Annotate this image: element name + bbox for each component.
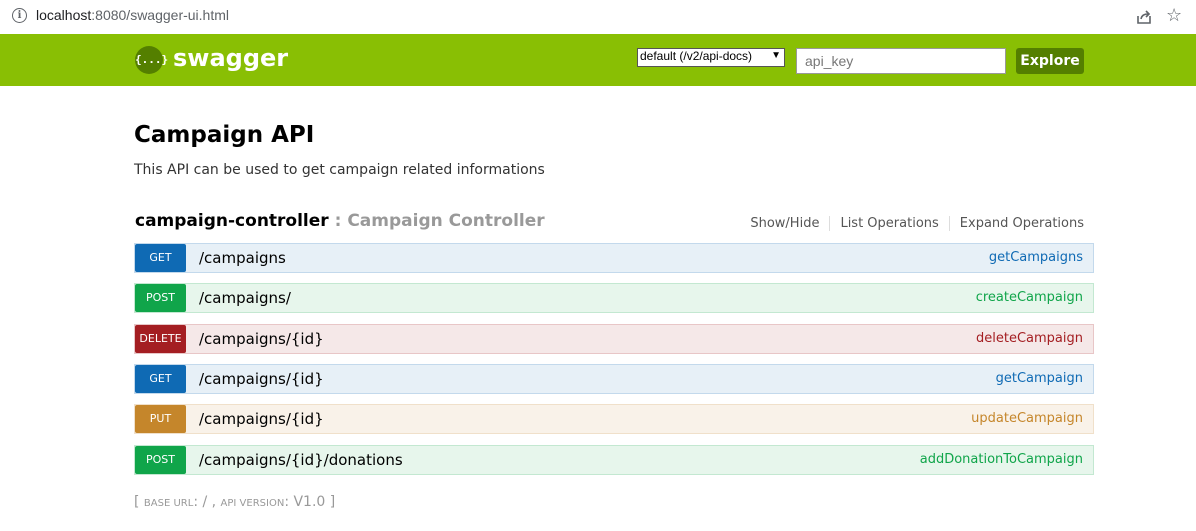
operation-path[interactable]: /campaigns/ <box>199 289 291 307</box>
method-badge[interactable]: PUT <box>135 405 186 433</box>
share-icon[interactable] <box>1135 8 1153 26</box>
swagger-logo-icon: {...} <box>135 46 168 74</box>
operation-row[interactable]: GET /campaigns/{id} getCampaign <box>134 364 1094 394</box>
controller-description: Campaign Controller <box>347 211 545 231</box>
controller-links: Show/Hide List Operations Expand Operati… <box>740 216 1084 231</box>
operation-row[interactable]: GET /campaigns getCampaigns <box>134 243 1094 273</box>
url-path: :8080/swagger-ui.html <box>91 7 230 23</box>
show-hide-link[interactable]: Show/Hide <box>740 216 829 231</box>
base-url-label: BASE URL <box>143 498 194 509</box>
method-badge[interactable]: POST <box>135 446 186 474</box>
explore-button[interactable]: Explore <box>1016 48 1084 74</box>
api-version-label: API VERSION <box>220 498 285 509</box>
operation-name[interactable]: getCampaign <box>996 371 1083 386</box>
bookmark-star-icon[interactable]: ☆ <box>1166 5 1182 26</box>
method-badge[interactable]: DELETE <box>135 325 186 353</box>
operation-name[interactable]: getCampaigns <box>989 250 1083 265</box>
operation-path[interactable]: /campaigns/{id} <box>199 370 324 388</box>
api-version-value: : V1.0 ] <box>284 494 336 510</box>
spec-select[interactable]: default (/v2/api-docs) ▼ <box>637 48 785 67</box>
swagger-header: {...} swagger default (/v2/api-docs) ▼ a… <box>0 34 1196 86</box>
spec-select-value: default (/v2/api-docs) <box>640 49 753 63</box>
operation-name[interactable]: deleteCampaign <box>976 331 1083 346</box>
footer-open-bracket: [ <box>134 494 144 510</box>
controller-name[interactable]: campaign-controller <box>135 211 329 231</box>
info-icon[interactable]: i <box>12 8 27 23</box>
operation-path[interactable]: /campaigns/{id}/donations <box>199 451 403 469</box>
chevron-down-icon: ▼ <box>771 50 781 61</box>
browser-address-bar: i localhost:8080/swagger-ui.html ☆ <box>0 0 1196 35</box>
base-url-value: : / , <box>193 494 221 510</box>
operation-row[interactable]: DELETE /campaigns/{id} deleteCampaign <box>134 324 1094 354</box>
api-description: This API can be used to get campaign rel… <box>134 162 545 178</box>
method-badge[interactable]: POST <box>135 284 186 312</box>
operation-name[interactable]: addDonationToCampaign <box>920 452 1083 467</box>
api-key-input[interactable]: api_key <box>796 48 1006 74</box>
url-field[interactable]: localhost:8080/swagger-ui.html <box>36 7 229 23</box>
operation-name[interactable]: updateCampaign <box>971 411 1083 426</box>
operation-name[interactable]: createCampaign <box>976 290 1083 305</box>
operation-row[interactable]: POST /campaigns/{id}/donations addDonati… <box>134 445 1094 475</box>
operation-path[interactable]: /campaigns <box>199 249 286 267</box>
expand-operations-link[interactable]: Expand Operations <box>948 216 1084 231</box>
api-footer: [ BASE URL: / , API VERSION: V1.0 ] <box>134 494 335 510</box>
operation-row[interactable]: POST /campaigns/ createCampaign <box>134 283 1094 313</box>
page-title: Campaign API <box>134 122 315 148</box>
controller-separator: : <box>328 211 348 231</box>
operation-path[interactable]: /campaigns/{id} <box>199 330 324 348</box>
method-badge[interactable]: GET <box>135 244 186 272</box>
operation-row[interactable]: PUT /campaigns/{id} updateCampaign <box>134 404 1094 434</box>
swagger-logo-text: swagger <box>173 44 289 72</box>
operation-path[interactable]: /campaigns/{id} <box>199 410 324 428</box>
url-host: localhost <box>36 7 92 23</box>
list-operations-link[interactable]: List Operations <box>829 216 948 231</box>
controller-heading[interactable]: campaign-controller : Campaign Controlle… <box>135 211 545 231</box>
method-badge[interactable]: GET <box>135 365 186 393</box>
